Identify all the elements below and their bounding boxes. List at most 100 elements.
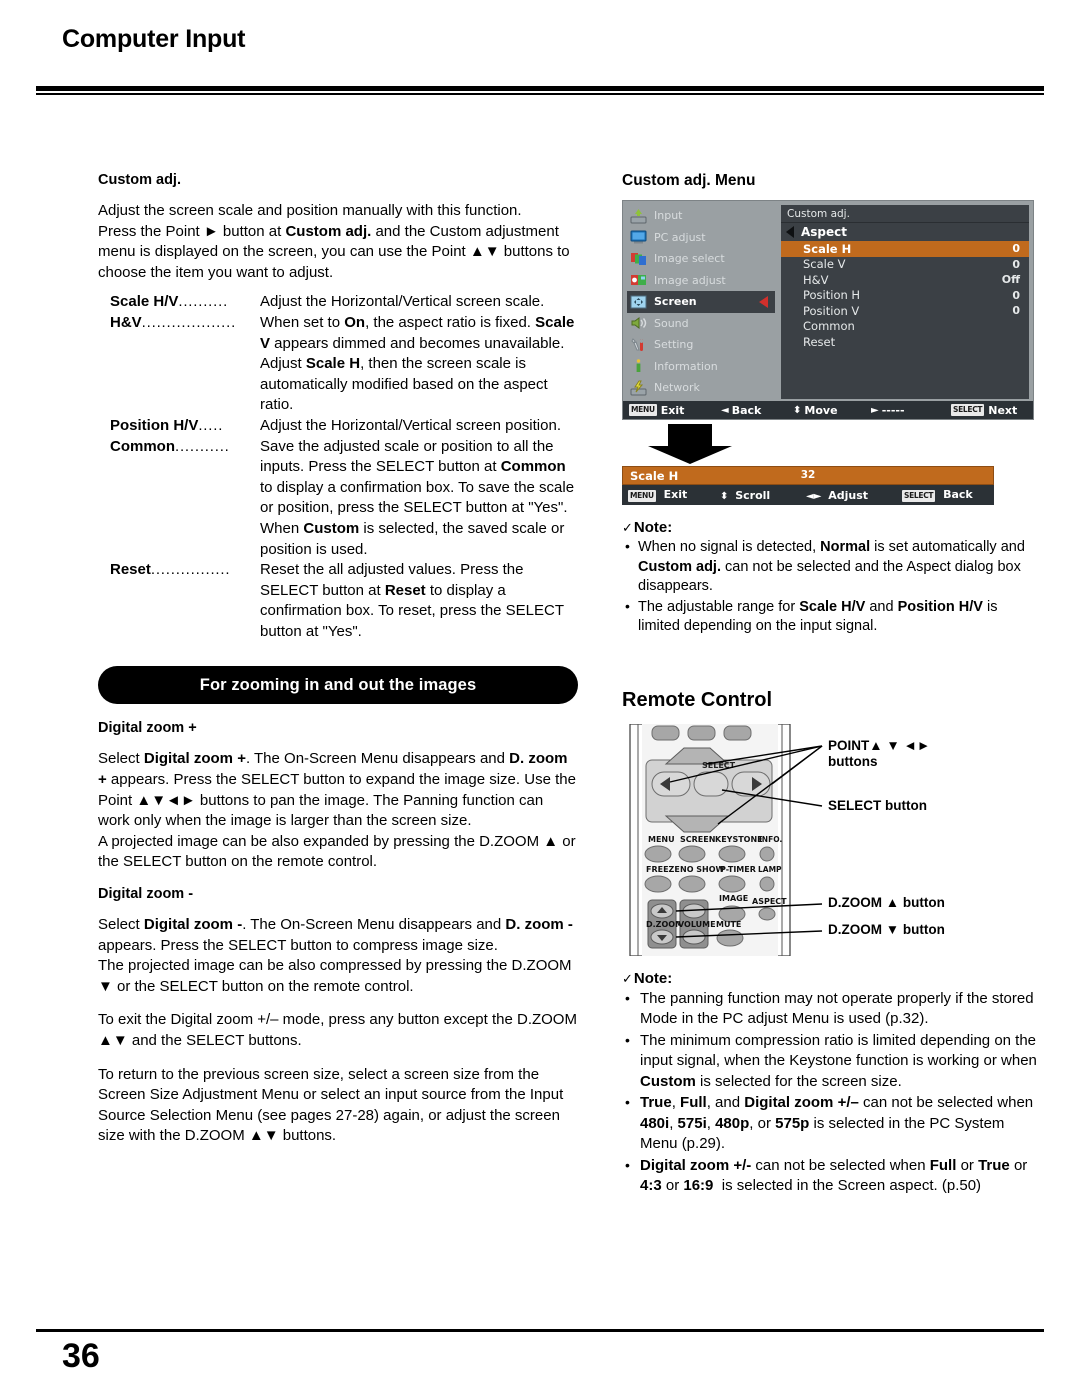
leader-dots: ................... [141,313,237,331]
page-header: Computer Input [0,0,1080,96]
footbar-label: Next [988,403,1018,417]
sidebar-item-setting[interactable]: Setting [627,334,775,356]
footbar-dashes[interactable]: ► ----- [871,404,951,417]
osd-row-reset[interactable]: Reset [781,334,1029,350]
adjbar-footer: MENU Exit ⬍ Scroll ◄► Adjust SELECT Back [622,485,994,505]
sidebar-item-image-select[interactable]: Image select [627,248,775,270]
adjbar-exit[interactable]: MENU Exit [628,488,720,502]
network-icon [630,380,647,396]
sidebar-item-screen[interactable]: Screen [627,291,775,313]
svg-text:INFO.: INFO. [759,835,782,844]
check-icon: ✓ [622,520,633,535]
osd-row-position-v[interactable]: Position V 0 [781,303,1029,319]
osd-tab-aspect[interactable]: Aspect [781,222,1029,241]
note-item: The adjustable range for Scale H/V and P… [622,597,1042,637]
note-list: When no signal is detected, Normal is se… [622,537,1042,637]
row-label: Position V [803,303,860,318]
remote-control-heading: Remote Control [622,688,772,711]
custom-adj-paragraph-2: Press the Point ► button at Custom adj. … [98,222,578,284]
svg-text:SCREEN: SCREEN [680,835,715,844]
page-number: 36 [62,1337,100,1375]
footbar-exit[interactable]: MENU Exit [629,404,721,417]
svg-text:LAMP: LAMP [758,865,782,874]
custom-adj-paragraph-1: Adjust the screen scale and position man… [98,202,522,219]
definition-row: Scale H/V.......... Adjust the Horizonta… [98,292,578,313]
adjbar-back[interactable]: SELECT Back [902,488,973,502]
sidebar-label: Information [654,359,718,373]
image-adjust-icon [630,272,647,288]
scale-h-slider[interactable]: Scale H 32 [622,466,994,485]
adjbar-adjust[interactable]: ◄► Adjust [806,489,902,502]
scale-h-adjust-dialog[interactable]: Scale H 32 MENU Exit ⬍ Scroll ◄► Adjust … [622,466,994,505]
term-text: H&V [110,313,142,331]
osd-menu[interactable]: Input PC adjust Image select Image adjus… [622,200,1034,420]
sidebar-item-sound[interactable]: Sound [627,313,775,335]
sidebar-item-image-adjust[interactable]: Image adjust [627,270,775,292]
sidebar-label: Screen [654,295,697,309]
sidebar-label: Setting [654,338,694,352]
row-label: Reset [803,334,836,349]
footbar-next[interactable]: SELECT Next [951,404,1017,417]
definition-desc: When set to On, the aspect ratio is fixe… [260,313,575,414]
term-text: Position H/V [110,416,199,434]
row-label: Scale H [803,241,852,256]
row-label: Position H [803,288,861,303]
definition-term: H&V................... [98,313,260,334]
right-column: Custom adj. Menu Input PC adjust Image s… [622,172,1042,1198]
up-down-arrow-icon: ⬍ [793,404,802,416]
adjbar-scroll[interactable]: ⬍ Scroll [720,489,806,502]
note-item: The minimum compression ratio is limited… [622,1030,1042,1093]
note-title-text: Note: [633,519,673,536]
digital-zoom-plus-paragraph-1: Select Digital zoom +. The On-Screen Men… [98,750,576,830]
term-text: Scale H/V [110,293,179,311]
footbar-back[interactable]: ◄ Back [721,404,793,417]
definition-term: Position H/V..... [98,416,260,437]
p2-bold: Custom adj. [285,222,372,240]
custom-adj-heading: Custom adj. [98,172,181,188]
callout-dzoom-down-button: D.ZOOM ▼ button [828,921,945,937]
osd-row-common[interactable]: Common [781,319,1029,335]
definition-row: H&V................... When set to On, t… [98,313,578,416]
adjbar-label: Adjust [828,488,869,502]
definition-term: Reset................ [98,560,260,581]
note-title: ✓Note: [622,970,1042,987]
sidebar-label: Sound [654,316,689,330]
callout-point-buttons: POINT▲ ▼ ◄► buttons [828,737,931,769]
osd-row-position-h[interactable]: Position H 0 [781,288,1029,304]
selection-arrow-icon [759,295,768,308]
footbar-move[interactable]: ⬍ Move [793,404,871,417]
digital-zoom-minus-paragraph-2: The projected image can be also compress… [98,957,572,995]
sidebar-label: PC adjust [654,230,706,244]
svg-text:P-TIMER: P-TIMER [720,865,756,874]
header-rule-thin [36,93,1044,95]
osd-row-scale-h[interactable]: Scale H 0 [781,241,1029,257]
footbar-label: Back [731,403,762,417]
sidebar-item-input[interactable]: Input [627,205,775,227]
note-block-2: ✓Note: The panning function may not oper… [622,970,1042,1197]
sidebar-item-pc-adjust[interactable]: PC adjust [627,227,775,249]
page-title: Computer Input [62,25,246,53]
digital-zoom-plus-heading: Digital zoom + [98,720,197,737]
osd-caption: Custom adj. Menu [622,172,756,189]
osd-sidebar: Input PC adjust Image select Image adjus… [627,205,775,399]
row-label: Scale V [803,257,846,272]
osd-main-panel: Custom adj. Aspect Scale H 0 Scale V 0 H… [781,205,1029,399]
note-item: True, Full, and Digital zoom +/– can not… [622,1092,1042,1155]
note-list: The panning function may not operate pro… [622,988,1042,1197]
sidebar-item-network[interactable]: Network [627,377,775,399]
row-label: H&V [803,272,829,287]
sidebar-label: Network [654,381,700,395]
definition-desc: Adjust the Horizontal/Vertical screen sc… [260,293,545,311]
tools-icon [630,337,647,353]
leader-dots: .......... [178,293,229,311]
callout-dzoom-up-button: D.ZOOM ▲ button [828,894,945,910]
osd-row-h-and-v[interactable]: H&V Off [781,272,1029,288]
osd-row-scale-v[interactable]: Scale V 0 [781,257,1029,273]
down-arrow-icon [622,420,1042,466]
definition-row: Reset................ Reset the all adju… [98,560,578,642]
sidebar-item-information[interactable]: Information [627,356,775,378]
digital-zoom-exit-paragraph: To exit the Digital zoom +/– mode, press… [98,1011,577,1049]
definition-term: Scale H/V.......... [98,292,260,313]
footbar-label: Exit [660,403,685,417]
